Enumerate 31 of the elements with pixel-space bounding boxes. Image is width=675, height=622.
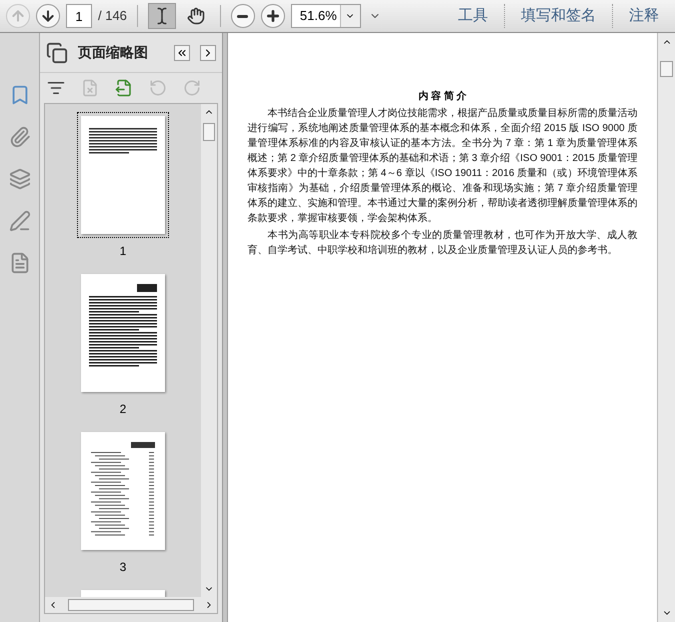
next-page-button[interactable] (36, 4, 60, 28)
zoom-in-button[interactable] (260, 4, 285, 28)
minus-icon (237, 14, 248, 18)
document-paragraph: 本书为高等职业本专科院校多个专业的质量管理教材，也可作为开放大学、成人教育、自学考试、中职学校和培训班的教材，以及企业质量管理及认证人员的参考书。 (248, 228, 638, 258)
panel-title: 页面缩略图 (78, 43, 149, 62)
zoom-out-button[interactable] (230, 4, 255, 28)
document-paragraph: 本书结合企业质量管理人才岗位技能需求，根据产品质量或质量目标所需的质量活动进行编写，系统地阐述质量管理体系的基本概念和体系，全面介绍 2015 版 ISO 9000 质量管理体系标准的内容及审核认证的基本方法。全书分为 7 章：第 1 章为质量管理体系概述；第 2 章介绍质量管理体系的基础和术语；第 3 章介绍《ISO 9001：2015 质量管理体系要求》中的十章条款；第 4～6 章以《ISO 19011：2016 质量和（或）环境管理体系审核指南》为基础，介绍质量管理体系的概论、准备和现场实施；第 7 章介绍质量管理体系的建立、实施和管理。本书通过大量的案例分析，帮助读者透彻理解质量管理体系的条款要求，掌握审核要领，学会架构体系。 (248, 106, 638, 226)
page-count: / 146 (98, 7, 127, 26)
zoom-dropdown[interactable]: 51.6% (290, 4, 361, 28)
scrollbar[interactable] (201, 104, 217, 597)
document-title: 内 容 简 介 (417, 89, 468, 104)
hand-icon (186, 7, 205, 25)
page-number: 2 (120, 401, 126, 418)
scrollbar[interactable] (657, 33, 675, 622)
plus-icon (264, 8, 281, 24)
scroll-thumb[interactable] (660, 61, 673, 77)
down-arrow-icon (40, 8, 56, 24)
page-number: 3 (120, 559, 126, 576)
tab[interactable]: 填写和签名 (511, 4, 606, 28)
select-tool-button[interactable] (148, 3, 176, 29)
page-number-field[interactable]: 1 (66, 4, 92, 28)
tab[interactable]: 工具 (448, 4, 498, 28)
collapse-panel-button[interactable] (174, 44, 190, 60)
tab[interactable]: 注释 (619, 4, 669, 28)
page-thumbnail[interactable] (77, 112, 169, 238)
scroll-thumb[interactable] (203, 123, 215, 141)
page-number: 1 (120, 243, 126, 260)
scroll-thumb[interactable] (68, 599, 194, 611)
horizontal-scrollbar[interactable] (45, 597, 217, 613)
pages-icon (46, 42, 68, 64)
expand-panel-button[interactable] (200, 44, 216, 60)
